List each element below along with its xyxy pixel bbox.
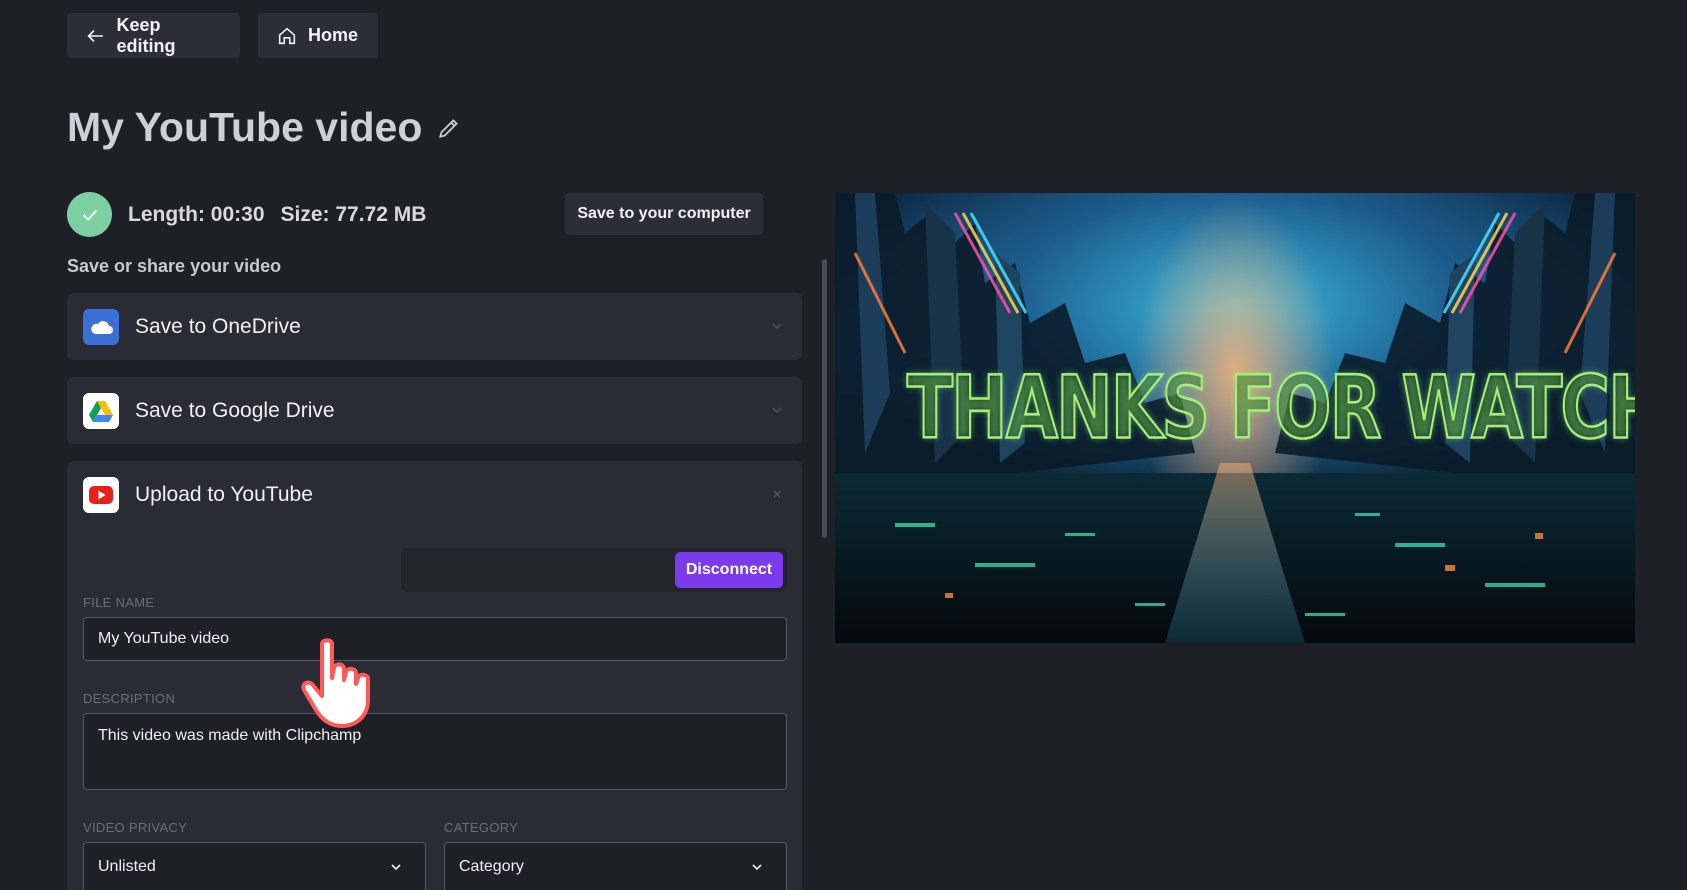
keep-editing-label: Keep editing [116, 14, 176, 56]
chevron-down-icon [772, 407, 782, 413]
youtube-panel: Upload to YouTube Disconnect FILE NAME M… [67, 461, 802, 890]
onedrive-label: Save to OneDrive [135, 314, 301, 338]
share-heading: Save or share your video [67, 256, 282, 276]
checkmark-icon [67, 192, 112, 237]
export-status: Length: 00:30 Size: 77.72 MB [67, 192, 426, 237]
onedrive-icon [83, 308, 119, 345]
file-name-value: My YouTube video [98, 630, 230, 647]
file-name-input[interactable]: My YouTube video [83, 617, 787, 661]
category-select[interactable]: Category [444, 842, 787, 890]
save-to-computer-button[interactable]: Save to your computer [565, 193, 763, 235]
video-size: Size: 77.72 MB [280, 202, 427, 226]
home-icon [278, 27, 296, 44]
youtube-label: Upload to YouTube [135, 482, 313, 506]
connected-account-bar: Disconnect [401, 548, 787, 592]
home-label: Home [308, 25, 359, 45]
page-title: My YouTube video [67, 104, 462, 151]
scrollbar-thumb[interactable] [822, 259, 827, 538]
video-length: Length: 00:30 [128, 202, 265, 226]
youtube-icon [83, 476, 119, 513]
youtube-panel-header[interactable]: Upload to YouTube [67, 461, 802, 528]
chevron-down-icon [772, 323, 782, 329]
pencil-icon[interactable] [436, 115, 462, 141]
description-label: DESCRIPTION [83, 691, 176, 706]
video-privacy-value: Unlisted [98, 857, 156, 875]
google-drive-panel[interactable]: Save to Google Drive [67, 377, 802, 444]
chevron-down-icon [391, 863, 401, 870]
video-privacy-select[interactable]: Unlisted [83, 842, 426, 890]
home-button[interactable]: Home [258, 13, 378, 58]
category-value: Category [459, 857, 524, 875]
file-name-label: FILE NAME [83, 595, 155, 610]
google-drive-icon [83, 392, 119, 429]
onedrive-panel[interactable]: Save to OneDrive [67, 293, 802, 360]
category-label: CATEGORY [444, 820, 519, 835]
close-icon[interactable] [770, 487, 784, 501]
keep-editing-button[interactable]: Keep editing [67, 13, 240, 58]
description-textarea[interactable]: This video was made with Clipchamp [83, 713, 787, 790]
arrow-left-icon [87, 29, 103, 42]
hand-pointer-icon [301, 638, 370, 728]
preview-overlay-text: THANKS FOR WATCHING [906, 357, 1635, 459]
video-preview[interactable]: THANKS FOR WATCHING [835, 193, 1635, 643]
video-privacy-label: VIDEO PRIVACY [83, 820, 188, 835]
project-title: My YouTube video [67, 104, 423, 150]
google-drive-label: Save to Google Drive [135, 398, 335, 422]
disconnect-button[interactable]: Disconnect [675, 552, 783, 588]
chevron-down-icon [752, 863, 762, 870]
